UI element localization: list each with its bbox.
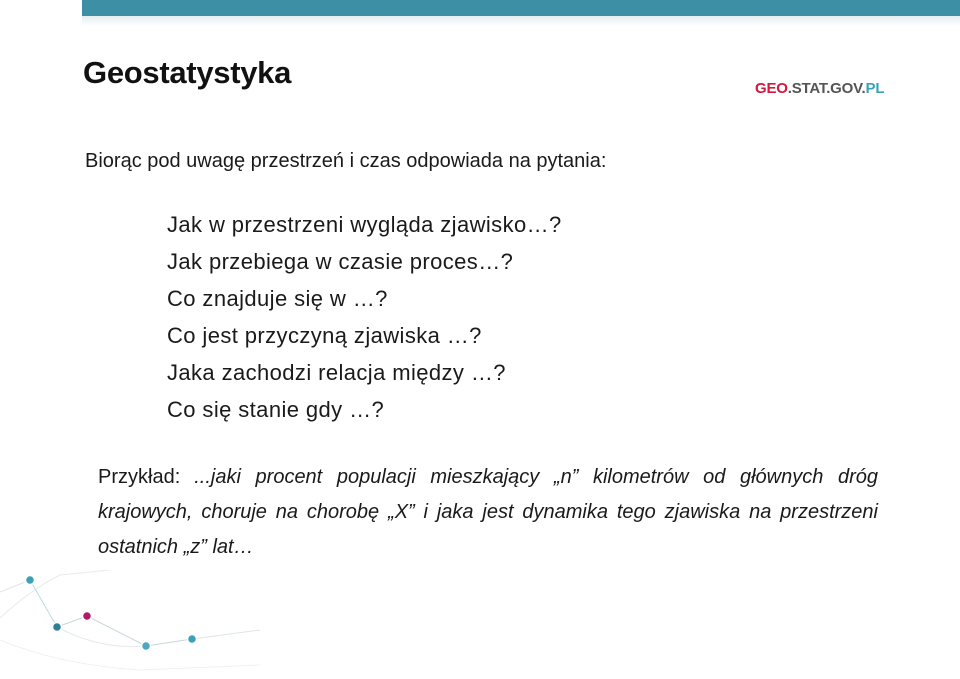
slide-title: Geostatystyka	[83, 55, 292, 90]
network-line	[191, 629, 260, 640]
question-item: Jak w przestrzeni wygląda zjawisko…?	[167, 212, 562, 237]
question-item: Co się stanie gdy …?	[167, 397, 385, 422]
network-nodes	[24, 574, 198, 652]
network-line	[0, 570, 111, 619]
logo-part-gov: GOV	[830, 80, 862, 97]
network-node	[140, 640, 152, 652]
question-item: Jak przebiega w czasie proces…?	[167, 249, 514, 274]
logo-part-stat: STAT	[791, 80, 827, 97]
network-node	[24, 574, 36, 586]
network-decoration	[0, 570, 260, 671]
network-line	[145, 638, 193, 647]
example-text: ...jaki procent populacji mieszkający „n…	[98, 466, 878, 558]
network-line	[29, 579, 58, 628]
network-line	[0, 639, 260, 671]
question-list: Jak w przestrzeni wygląda zjawisko…? Jak…	[167, 206, 562, 428]
top-accent-bar-shadow	[82, 16, 960, 26]
network-node	[81, 610, 93, 622]
logo-part-geo: GEO	[755, 80, 788, 97]
network-line	[56, 626, 147, 648]
geo-stat-logo: GEO.STAT.GOV.PL	[755, 80, 885, 97]
question-item: Co znajduje się w …?	[167, 286, 388, 311]
network-node	[51, 621, 63, 633]
question-item: Jaka zachodzi relacja między …?	[167, 360, 506, 385]
example-paragraph: Przykład: ...jaki procent populacji miesz…	[98, 460, 878, 565]
network-node	[186, 633, 198, 645]
logo-part-pl: PL	[865, 80, 885, 97]
question-item: Co jest przyczyną zjawiska …?	[167, 323, 482, 348]
network-line	[86, 615, 147, 647]
top-accent-bar	[82, 0, 960, 16]
intro-text: Biorąc pod uwagę przestrzeń i czas odpow…	[85, 150, 607, 172]
network-lines	[0, 570, 260, 671]
example-label: Przykład:	[98, 466, 181, 488]
